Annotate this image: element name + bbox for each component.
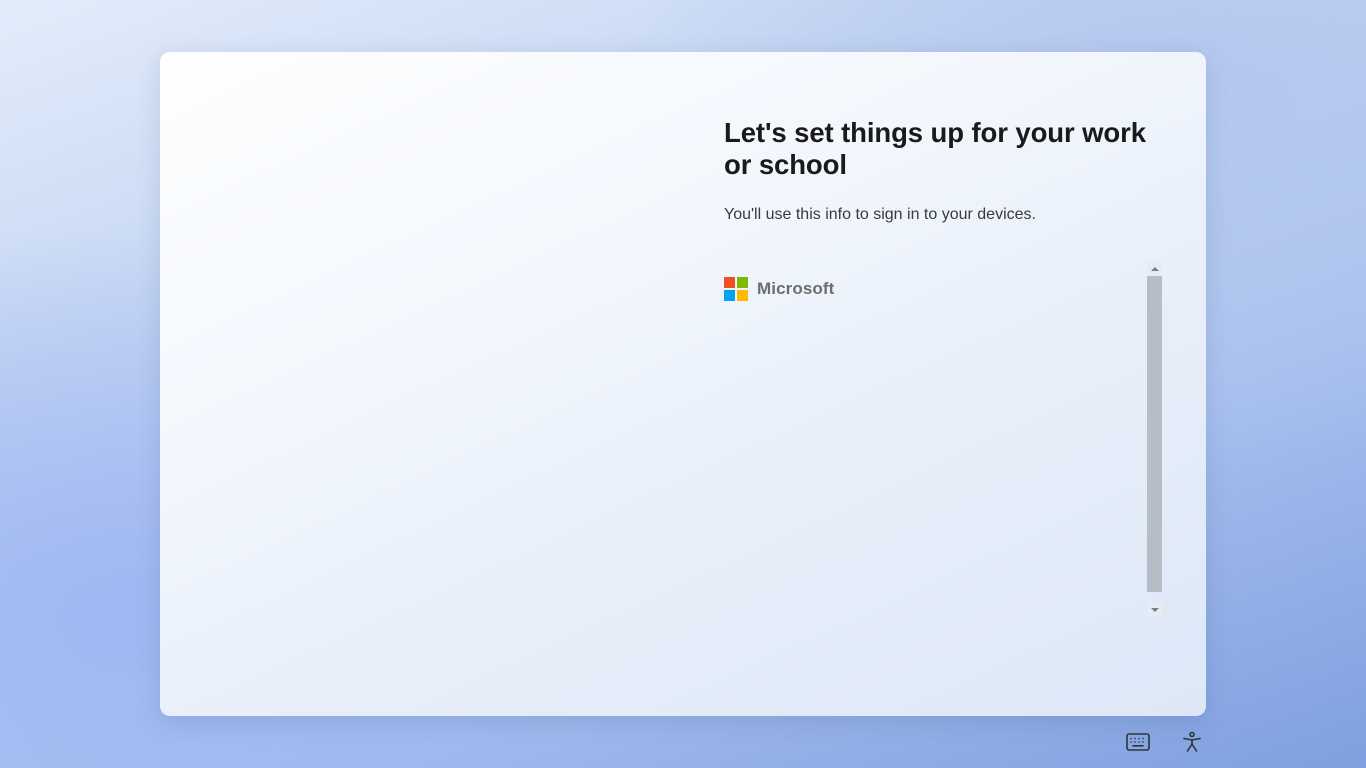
- accessibility-icon: [1181, 731, 1203, 753]
- signin-pane: Microsoft: [724, 261, 1162, 617]
- oobe-card: Let's set things up for your work or sch…: [160, 52, 1206, 716]
- microsoft-logo-icon: [724, 277, 748, 301]
- chevron-down-icon: [1151, 608, 1159, 612]
- scrollbar-thumb[interactable]: [1147, 276, 1162, 592]
- scroll-up-button[interactable]: [1147, 261, 1162, 276]
- page-subtitle: You'll use this info to sign in to your …: [724, 204, 1164, 226]
- email-field[interactable]: [724, 361, 1148, 386]
- page-title: Let's set things up for your work or sch…: [724, 117, 1164, 182]
- scroll-down-button[interactable]: [1147, 602, 1162, 617]
- action-bar: [1124, 728, 1206, 756]
- content-column: Let's set things up for your work or sch…: [724, 117, 1164, 617]
- chevron-up-icon: [1151, 267, 1159, 271]
- microsoft-logo: Microsoft: [724, 261, 1148, 361]
- accessibility-button[interactable]: [1178, 728, 1206, 756]
- signin-pane-inner: Microsoft: [724, 261, 1148, 617]
- keyboard-icon: [1126, 733, 1150, 751]
- vertical-scrollbar[interactable]: [1147, 261, 1162, 617]
- microsoft-wordmark: Microsoft: [757, 279, 834, 299]
- on-screen-keyboard-button[interactable]: [1124, 728, 1152, 756]
